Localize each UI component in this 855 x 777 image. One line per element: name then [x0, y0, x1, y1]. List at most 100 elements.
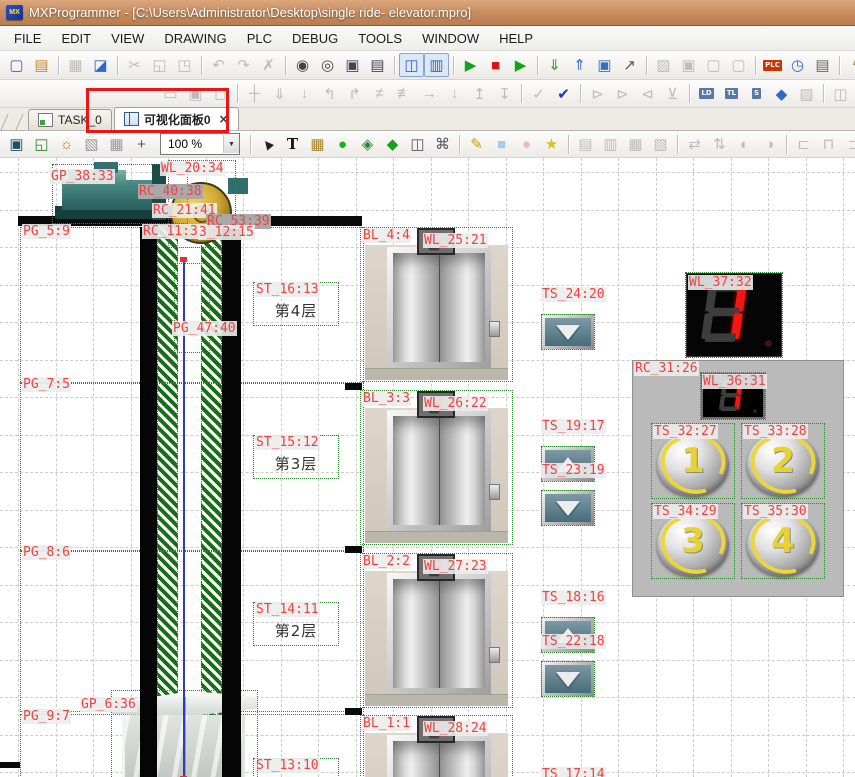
- flowchart-tool-icon[interactable]: ⌘: [430, 132, 455, 156]
- elevator-door-BL_1:1[interactable]: BL_1:1WL_28:24: [360, 715, 513, 777]
- toolbar-separator: [568, 135, 569, 154]
- panel-manager-icon[interactable]: ◱: [29, 132, 54, 156]
- object-label-st: ST_16:13: [255, 282, 320, 297]
- object-label: RC_40:38: [138, 184, 203, 199]
- hall-down-button[interactable]: [541, 490, 595, 526]
- hall-down-button[interactable]: [541, 314, 595, 350]
- find-icon[interactable]: ◉: [290, 53, 315, 77]
- menu-window[interactable]: WINDOW: [412, 27, 489, 50]
- connect-icon[interactable]: ϟ: [844, 53, 855, 77]
- select-area-icon[interactable]: ▧: [79, 132, 104, 156]
- elevator-door-BL_2:2[interactable]: BL_2:2WL_27:23: [360, 553, 513, 708]
- zoom-dropdown-arrow[interactable]: ▼: [223, 135, 239, 153]
- bring-forward-icon: ▦: [623, 132, 648, 156]
- menu-help[interactable]: HELP: [489, 27, 543, 50]
- navigate-icon[interactable]: ◆: [769, 82, 794, 106]
- edit-mode-icon: ▨: [651, 53, 676, 77]
- toolbar-separator: [459, 135, 460, 154]
- menu-debug[interactable]: DEBUG: [282, 27, 348, 50]
- window-tool-icon[interactable]: ◫: [405, 132, 430, 156]
- segment-d: [430, 411, 439, 414]
- open-project-icon[interactable]: ▤: [29, 53, 54, 77]
- toolbar-separator: [237, 84, 238, 103]
- image-tool-icon[interactable]: ▦: [305, 132, 330, 156]
- ld-editor-icon[interactable]: LD: [694, 82, 719, 106]
- hall-down-button[interactable]: [541, 661, 595, 697]
- round-button[interactable]: 2: [747, 433, 819, 496]
- floor-text-box[interactable]: ST_13:10第1层: [253, 758, 339, 777]
- menu-edit[interactable]: EDIT: [51, 27, 101, 50]
- stop-icon[interactable]: ■: [483, 53, 508, 77]
- tab-TASK_0[interactable]: TASK_0: [28, 109, 112, 130]
- car-call-button-3[interactable]: TS_34:293: [651, 503, 735, 579]
- tab-可视化面板0[interactable]: 可视化面板0×: [114, 107, 239, 130]
- output-window-icon[interactable]: ▥: [424, 53, 449, 77]
- grid-toggle-icon[interactable]: ▦: [104, 132, 129, 156]
- upload-from-plc-icon[interactable]: ⇑: [567, 53, 592, 77]
- floor-text-box[interactable]: ST_16:13第4层: [253, 282, 339, 326]
- project-manage-icon[interactable]: ☼: [54, 132, 79, 156]
- zoom-fit-icon[interactable]: +: [129, 132, 154, 156]
- object-label-zone: PG_7:5: [22, 377, 71, 392]
- validate-icon: ✓: [526, 82, 551, 106]
- button-number: 2: [747, 441, 819, 481]
- design-canvas[interactable]: PG_47:40 GP_6:36 WL_37:32 TS_32:271TS_: [0, 158, 855, 777]
- download-to-plc-icon[interactable]: ⇓: [542, 53, 567, 77]
- guide-rail-right[interactable]: [222, 227, 241, 777]
- down-arrow-icon: [545, 665, 591, 693]
- save-all-icon[interactable]: ◪: [88, 53, 113, 77]
- pen-tool-icon[interactable]: ✎: [464, 132, 489, 156]
- monitor-mode-icon[interactable]: ▣: [592, 53, 617, 77]
- validate-all-icon[interactable]: ✔: [551, 82, 576, 106]
- scl-editor-icon[interactable]: S: [744, 82, 769, 106]
- print-preview-icon[interactable]: ▣: [340, 53, 365, 77]
- object-label-hall-button: TS_22:18: [541, 634, 606, 649]
- run-icon[interactable]: ▶: [458, 53, 483, 77]
- probe-icon[interactable]: ↗: [617, 53, 642, 77]
- round-button[interactable]: 3: [657, 513, 729, 576]
- find-in-files-icon[interactable]: ◎: [315, 53, 340, 77]
- rect-tool-icon[interactable]: ■: [489, 132, 514, 156]
- indicator-tool-icon[interactable]: ●: [330, 132, 355, 156]
- ellipse-tool-icon[interactable]: ●: [514, 132, 539, 156]
- menu-file[interactable]: FILE: [4, 27, 51, 50]
- object-label-zone: PG_5:9: [22, 224, 71, 239]
- plc-settings-icon[interactable]: PLC: [760, 53, 785, 77]
- round-button[interactable]: 1: [657, 433, 729, 496]
- 3d-part-tool-icon[interactable]: ◈: [355, 132, 380, 156]
- save-icon: ▦: [63, 53, 88, 77]
- til-editor-icon[interactable]: TL: [719, 82, 744, 106]
- car-call-button-2[interactable]: TS_33:282: [741, 423, 825, 499]
- menu-drawing[interactable]: DRAWING: [154, 27, 236, 50]
- car-call-button-4[interactable]: TS_35:304: [741, 503, 825, 579]
- run-step-icon[interactable]: ▶: [508, 53, 533, 77]
- toolbar-separator: [823, 84, 824, 103]
- menu-tools[interactable]: TOOLS: [348, 27, 412, 50]
- plc-time-icon[interactable]: ◷: [785, 53, 810, 77]
- door-leaf-left: [393, 741, 439, 777]
- star-tool-icon[interactable]: ★: [539, 132, 564, 156]
- tab-close-icon[interactable]: ×: [219, 112, 229, 126]
- object-label-big-display: WL_37:32: [688, 275, 753, 290]
- elevator-door-BL_4:4[interactable]: BL_4:4WL_25:21: [360, 227, 513, 382]
- zoom-combo[interactable]: 100 %▼: [160, 133, 240, 155]
- project-window-icon[interactable]: ◫: [399, 53, 424, 77]
- new-file-icon[interactable]: ▢: [4, 53, 29, 77]
- round-button[interactable]: 4: [747, 513, 819, 576]
- print-icon[interactable]: ▤: [365, 53, 390, 77]
- elevator-door-BL_3:3[interactable]: BL_3:3WL_26:22: [360, 390, 513, 545]
- hall-button-TS_22:18: TS_22:18: [541, 632, 601, 697]
- door-image: [365, 245, 508, 380]
- menu-plc[interactable]: PLC: [237, 27, 282, 50]
- polygon-tool-icon[interactable]: ◆: [380, 132, 405, 156]
- device-log-icon[interactable]: ▤: [810, 53, 835, 77]
- guide-rail-left[interactable]: [140, 227, 157, 777]
- car-call-button-1[interactable]: TS_32:271: [651, 423, 735, 499]
- car-operating-panel[interactable]: TS_32:271TS_33:282TS_34:293TS_35:304: [632, 360, 844, 597]
- hoist-rope[interactable]: [183, 261, 185, 777]
- floor-text-box[interactable]: ST_15:12第3层: [253, 435, 339, 479]
- branch-open-icon: ↰: [317, 82, 342, 106]
- screen-preview-icon[interactable]: ▣: [4, 132, 29, 156]
- menu-view[interactable]: VIEW: [101, 27, 154, 50]
- floor-text-box[interactable]: ST_14:11第2层: [253, 602, 339, 646]
